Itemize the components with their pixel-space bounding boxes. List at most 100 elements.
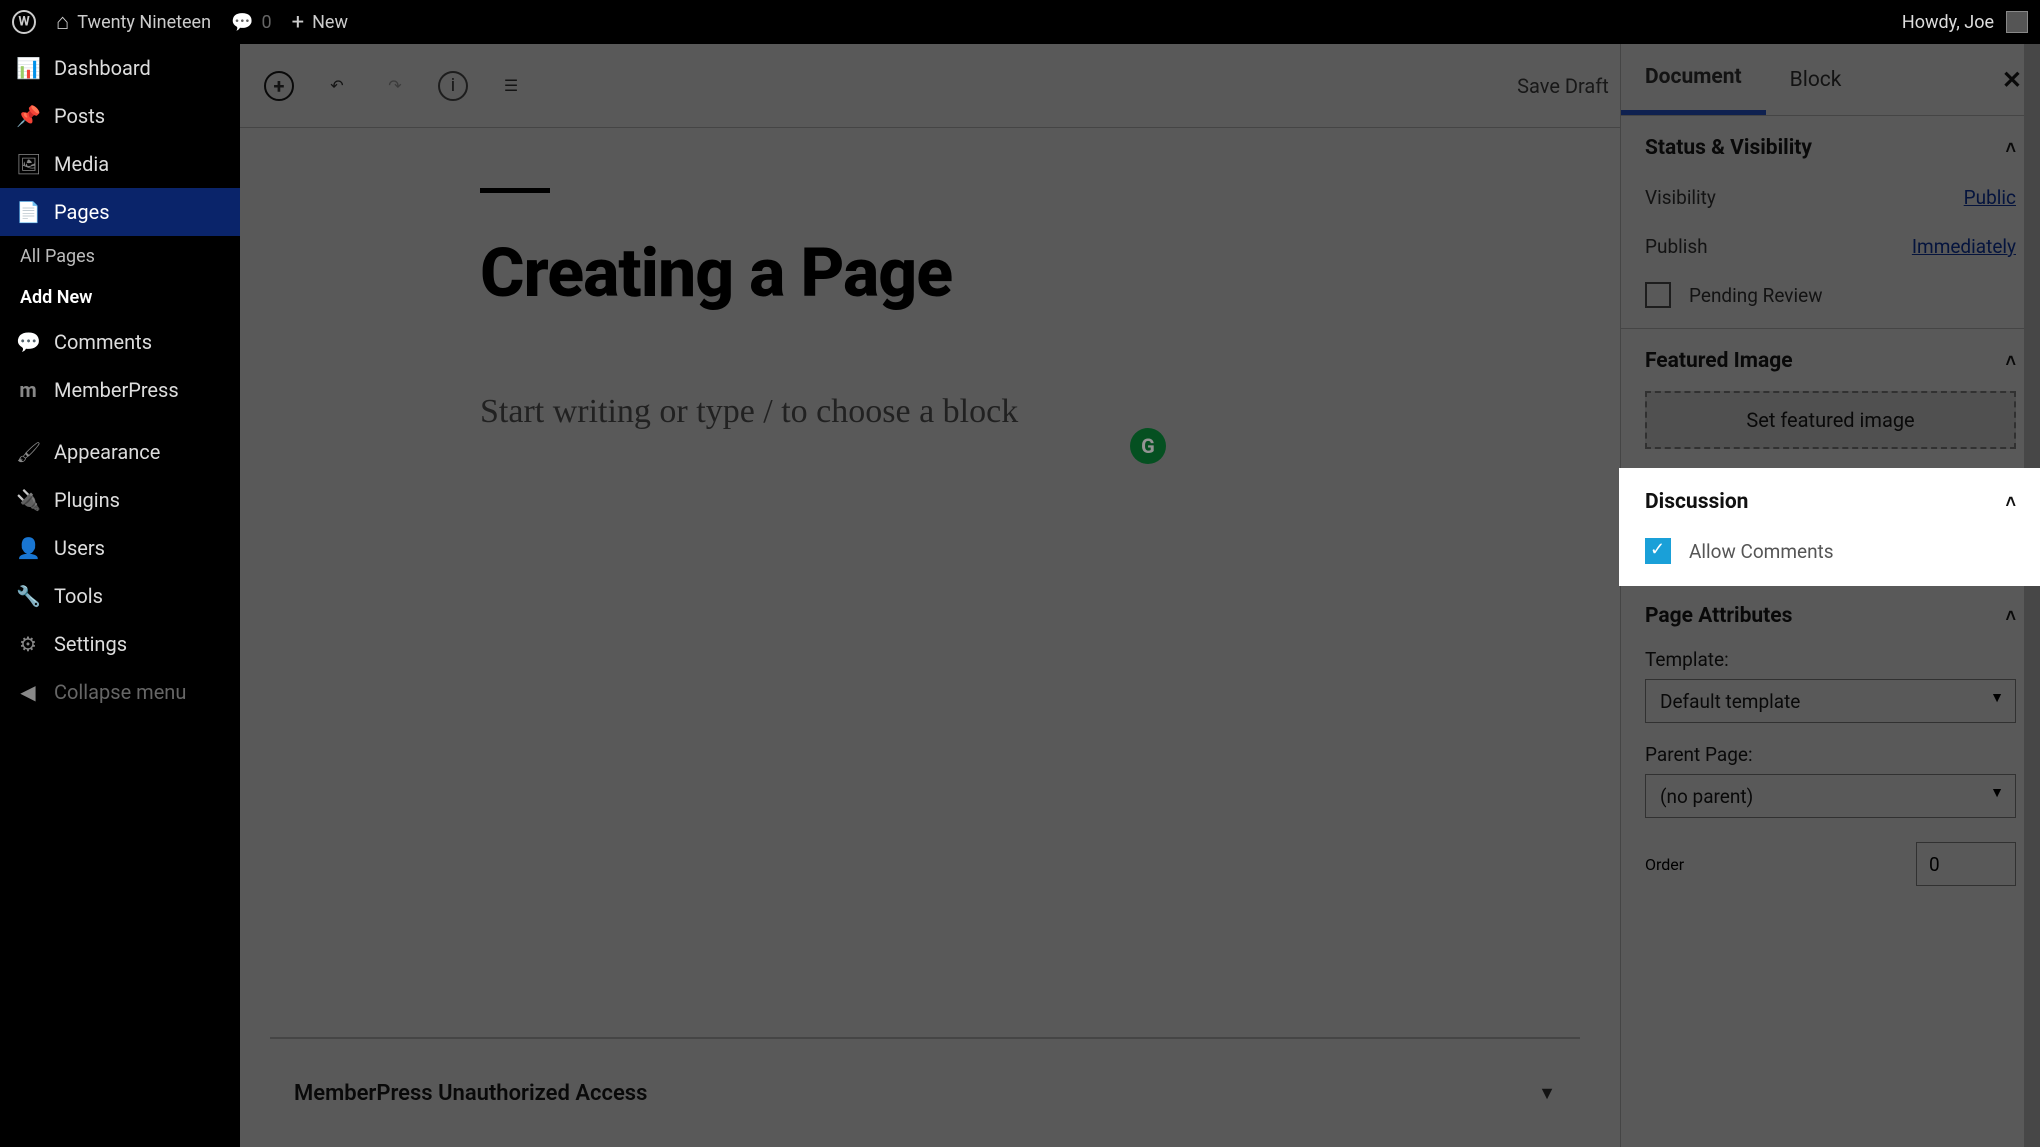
visibility-value[interactable]: Public — [1964, 186, 2016, 209]
inspector-tabs: Document Block ✕ — [1621, 44, 2040, 116]
allow-comments-checkbox[interactable] — [1645, 538, 1671, 564]
sidebar-item-tools[interactable]: 🔧 Tools — [0, 572, 240, 620]
chevron-up-icon: ˄ — [2005, 138, 2016, 159]
brush-icon: 🖌 — [16, 440, 40, 464]
editor: + ↶ ↷ i ☰ Save Draft Preview Publish… ⚙ … — [240, 44, 2040, 1147]
site-home[interactable]: Twenty Nineteen — [56, 9, 211, 35]
pending-review-checkbox[interactable] — [1645, 282, 1671, 308]
panel-heading: Page Attributes — [1645, 604, 1792, 628]
inspector-panel: Document Block ✕ Status & Visibility ˄ Vi… — [1620, 44, 2040, 1147]
panel-heading: Status & Visibility — [1645, 136, 1812, 160]
parent-page-label: Parent Page: — [1645, 743, 2016, 766]
scrollbar[interactable] — [2024, 44, 2040, 1147]
sidebar-item-settings[interactable]: ⚙ Settings — [0, 620, 240, 668]
editor-canvas[interactable]: Creating a Page Start writing or type / … — [240, 128, 1620, 1147]
sidebar-item-label: Plugins — [54, 488, 120, 512]
wrench-icon: 🔧 — [16, 584, 40, 608]
site-name: Twenty Nineteen — [77, 12, 211, 33]
outline-button[interactable]: ☰ — [496, 71, 526, 101]
panel-heading: Discussion — [1645, 490, 1748, 514]
sidebar-item-label: MemberPress — [54, 378, 179, 402]
home-icon — [56, 9, 69, 35]
sidebar-item-label: Posts — [54, 104, 105, 128]
panel-page-attributes: Page Attributes˄ Template: Default templ… — [1621, 584, 2040, 906]
sidebar-item-label: Dashboard — [54, 56, 151, 80]
allow-comments-label: Allow Comments — [1689, 540, 1834, 563]
user-icon: 👤 — [16, 536, 40, 560]
sidebar-item-label: Comments — [54, 330, 152, 354]
comment-icon — [231, 12, 253, 33]
chevron-up-icon: ˄ — [2005, 351, 2016, 372]
memberpress-metabox[interactable]: MemberPress Unauthorized Access ▼ — [270, 1037, 1580, 1147]
order-label: Order — [1645, 855, 1684, 874]
close-icon: ✕ — [2002, 66, 2022, 94]
pending-review-label: Pending Review — [1689, 284, 1822, 307]
sidebar-item-pages[interactable]: 📄Pages — [0, 188, 240, 236]
sidebar-item-appearance[interactable]: 🖌 Appearance — [0, 428, 240, 476]
plus-icon — [292, 10, 304, 35]
sidebar-item-comments[interactable]: 💬 Comments — [0, 318, 240, 366]
panel-head-discussion[interactable]: Discussion˄ — [1645, 490, 2016, 514]
sidebar-item-media[interactable]: 🖼 Media — [0, 140, 240, 188]
panel-head-featured[interactable]: Featured Image ˄ — [1645, 349, 2016, 373]
new-label: New — [312, 12, 348, 33]
chevron-down-icon: ▼ — [1538, 1083, 1556, 1104]
panel-head-attributes[interactable]: Page Attributes ˄ — [1645, 604, 2016, 628]
wordpress-icon — [12, 10, 36, 34]
collapse-icon: ◀ — [16, 680, 40, 704]
block-placeholder[interactable]: Start writing or type / to choose a bloc… — [480, 393, 1380, 431]
media-icon: 🖼 — [16, 152, 40, 176]
sidebar-item-label: Appearance — [54, 440, 160, 464]
sidebar-sub-all-pages[interactable]: All Pages — [0, 236, 240, 277]
sidebar-collapse[interactable]: ◀ Collapse menu — [0, 668, 240, 716]
panel-featured-image: Featured Image ˄ Set featured image — [1621, 329, 2040, 470]
comments-link[interactable]: 0 — [231, 12, 272, 33]
memberpress-icon: m — [16, 378, 40, 402]
add-block-button[interactable]: + — [264, 71, 294, 101]
admin-bar: Twenty Nineteen 0 New Howdy, Joe — [0, 0, 2040, 44]
title-rule — [480, 188, 550, 193]
visibility-label: Visibility — [1645, 186, 1716, 209]
panel-head-status[interactable]: Status & Visibility ˄ — [1645, 136, 2016, 160]
panel-status-visibility: Status & Visibility ˄ Visibility Public Pu… — [1621, 116, 2040, 329]
sidebar-item-users[interactable]: 👤 Users — [0, 524, 240, 572]
parent-page-select[interactable]: (no parent) — [1645, 774, 2016, 818]
sidebar-sub-add-new[interactable]: Add New — [0, 277, 240, 318]
publish-value[interactable]: Immediately — [1912, 235, 2016, 258]
redo-button[interactable]: ↷ — [380, 71, 410, 101]
sidebar-item-posts[interactable]: 📌 Posts — [0, 92, 240, 140]
tab-document[interactable]: Document — [1621, 44, 1766, 115]
comments-icon: 💬 — [16, 330, 40, 354]
set-featured-image-button[interactable]: Set featured image — [1645, 391, 2016, 449]
sidebar-item-label: Media — [54, 152, 109, 176]
publish-label: Publish — [1645, 235, 1708, 258]
sidebar-item-label: Settings — [54, 632, 127, 656]
tab-block[interactable]: Block — [1766, 44, 1866, 115]
avatar[interactable] — [2006, 11, 2028, 33]
howdy-text[interactable]: Howdy, Joe — [1902, 12, 1994, 33]
page-title-input[interactable]: Creating a Page — [480, 233, 1380, 313]
undo-button[interactable]: ↶ — [322, 71, 352, 101]
close-inspector-button[interactable]: ✕ — [2002, 66, 2022, 94]
chevron-up-icon: ˄ — [2005, 606, 2016, 627]
sidebar-item-label: Collapse menu — [54, 680, 186, 704]
admin-sidebar: 📊Dashboard 📌 Posts 🖼 Media 📄Pages All Page… — [0, 44, 240, 1147]
wp-logo[interactable] — [12, 10, 36, 34]
sidebar-item-memberpress[interactable]: m MemberPress — [0, 366, 240, 414]
sidebar-item-plugins[interactable]: 🔌 Plugins — [0, 476, 240, 524]
sidebar-item-dashboard[interactable]: 📊Dashboard — [0, 44, 240, 92]
new-content[interactable]: New — [292, 10, 348, 35]
pin-icon: 📌 — [16, 104, 40, 128]
sliders-icon: ⚙ — [16, 632, 40, 656]
save-draft-button[interactable]: Save Draft — [1517, 74, 1609, 98]
sidebar-item-label: Pages — [54, 200, 110, 224]
template-select[interactable]: Default template — [1645, 679, 2016, 723]
info-button[interactable]: i — [438, 71, 468, 101]
order-input[interactable] — [1916, 842, 2016, 886]
grammarly-icon[interactable]: G — [1130, 428, 1166, 464]
sidebar-item-label: Tools — [54, 584, 103, 608]
sidebar-item-label: Users — [54, 536, 105, 560]
panel-heading: Featured Image — [1645, 349, 1793, 373]
plug-icon: 🔌 — [16, 488, 40, 512]
comments-count: 0 — [261, 12, 271, 33]
